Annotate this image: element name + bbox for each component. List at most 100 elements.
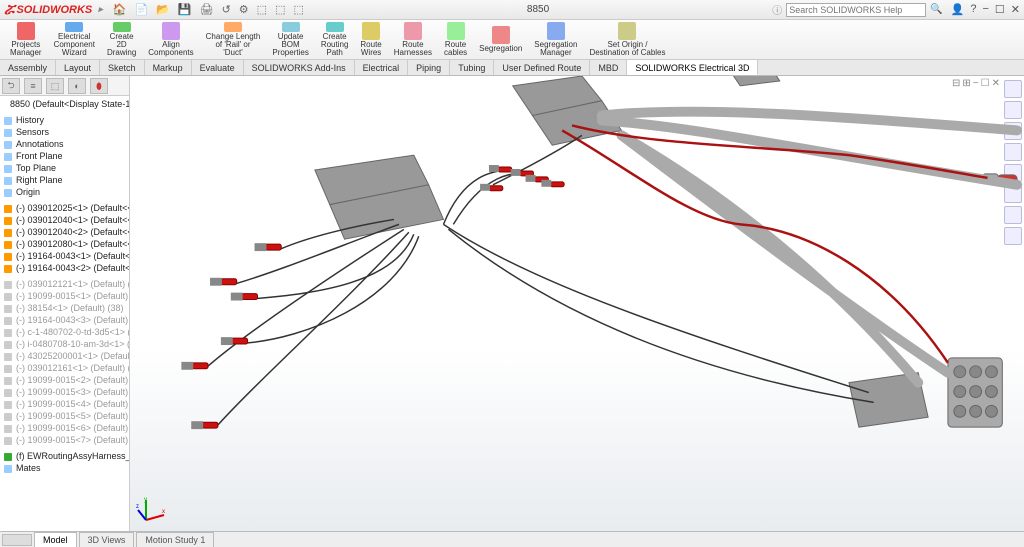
tree-root[interactable]: 8850 (Default<Display State-1>): [2, 98, 127, 110]
tree-item[interactable]: (-) 039012080<1> (Default<<Default: [2, 238, 127, 250]
ribbon-projects[interactable]: ProjectsManager: [4, 22, 48, 57]
tab-solidworks-add-ins[interactable]: SOLIDWORKS Add-Ins: [244, 60, 355, 75]
user-icon[interactable]: 👤: [951, 3, 965, 16]
graphics-viewport[interactable]: ⊟ ⊞ − ☐ ✕: [130, 76, 1024, 531]
tree-item[interactable]: (-) 19164-0043<3> (Default) (39): [2, 314, 127, 326]
feature-tree-list[interactable]: 8850 (Default<Display State-1>): [0, 96, 129, 112]
ribbon-set-origin-[interactable]: Set Origin /Destination of Cables: [583, 22, 671, 57]
help-button[interactable]: ?: [970, 3, 976, 16]
fm-tab-extra[interactable]: ⬮: [90, 78, 108, 94]
ribbon-icon: [492, 26, 510, 44]
tree-item[interactable]: Annotations: [2, 138, 127, 150]
dropdown-icon[interactable]: ▸: [98, 4, 103, 15]
tree-item[interactable]: Origin: [2, 186, 127, 198]
tree-item[interactable]: (-) 43025200001<1> (Default) (48): [2, 350, 127, 362]
tab-tubing[interactable]: Tubing: [450, 60, 494, 75]
view-triad[interactable]: x y z: [136, 495, 166, 525]
tree-item[interactable]: (-) i-0480708-10-am-3d<1> (Default): [2, 338, 127, 350]
tab-piping[interactable]: Piping: [408, 60, 450, 75]
close-button[interactable]: ✕: [1011, 3, 1020, 16]
ribbon-create[interactable]: CreateRoutingPath: [315, 22, 355, 57]
scroll-left[interactable]: [2, 534, 32, 546]
qat-home-icon[interactable]: 🏠: [113, 3, 127, 16]
ribbon-icon: [362, 22, 380, 40]
ribbon-label: Properties: [272, 49, 308, 57]
maximize-button[interactable]: ☐: [995, 3, 1005, 16]
tree-item[interactable]: Top Plane: [2, 162, 127, 174]
qat-print-icon[interactable]: 🖨: [200, 3, 214, 16]
qat-open-icon[interactable]: 📂: [156, 3, 170, 16]
window-controls: 👤 ? − ☐ ✕: [951, 3, 1020, 16]
ribbon-label: Segregation: [479, 45, 522, 53]
info-icon[interactable]: ⓘ: [772, 2, 782, 17]
tree-item[interactable]: (-) 039012025<1> (Default<<Default: [2, 202, 127, 214]
tab-assembly[interactable]: Assembly: [0, 60, 56, 75]
ribbon-route[interactable]: RouteWires: [354, 22, 387, 57]
tab-electrical[interactable]: Electrical: [355, 60, 409, 75]
ribbon-electrical[interactable]: ElectricalComponentWizard: [48, 22, 101, 57]
tree-item[interactable]: (-) 039012161<1> (Default) (51): [2, 362, 127, 374]
tab-mbd[interactable]: MBD: [590, 60, 627, 75]
tab-layout[interactable]: Layout: [56, 60, 100, 75]
tab-markup[interactable]: Markup: [145, 60, 192, 75]
ribbon-icon: [162, 22, 180, 40]
tree-item[interactable]: (-) 19099-0015<6> (Default) (56): [2, 422, 127, 434]
model-tab[interactable]: Model: [34, 532, 77, 547]
tree-item[interactable]: (-) 19164-0043<1> (Default<<Default: [2, 250, 127, 262]
qat-new-icon[interactable]: 📄: [134, 3, 148, 16]
ribbon-label: Manager: [540, 49, 572, 57]
tree-item[interactable]: (-) 19099-0015<5> (Default) (55): [2, 410, 127, 422]
ribbon-icon: [618, 22, 636, 40]
qat-options-icon[interactable]: ⬚: [257, 3, 267, 16]
qat-rebuild-icon[interactable]: ⚙: [239, 3, 249, 16]
ribbon-create[interactable]: Create2DDrawing: [101, 22, 142, 57]
tab-user-defined-route[interactable]: User Defined Route: [494, 60, 590, 75]
search-help-box: ⓘ 🔍: [772, 2, 942, 17]
tree-item[interactable]: (-) 039012040<2> (Default<<Default: [2, 226, 127, 238]
ribbon-route[interactable]: RouteHarnesses: [388, 22, 438, 57]
ribbon-update[interactable]: UpdateBOMProperties: [266, 22, 314, 57]
fm-tab-display[interactable]: ◐: [68, 78, 86, 94]
tree-item[interactable]: (-) 19099-0015<7> (Default) (57): [2, 434, 127, 446]
tree-item[interactable]: (-) 19164-0043<2> (Default<<Default: [2, 262, 127, 274]
fm-tab-config[interactable]: ⬚: [46, 78, 64, 94]
tree-item[interactable]: (-) 38154<1> (Default) (38): [2, 302, 127, 314]
qat-save-icon[interactable]: 💾: [178, 3, 192, 16]
fm-tab-property[interactable]: ≡: [24, 78, 42, 94]
tree-item[interactable]: (-) c-1-480702-0-td-3d5<1> (Default): [2, 326, 127, 338]
fm-tab-tree[interactable]: ⮌: [2, 78, 20, 94]
qat-undo-icon[interactable]: ↺: [222, 3, 231, 16]
tree-item[interactable]: (-) 19099-0015<1> (Default) (37): [2, 290, 127, 302]
ribbon-segregation[interactable]: SegregationManager: [528, 22, 583, 57]
tree-item[interactable]: Sensors: [2, 126, 127, 138]
tab-evaluate[interactable]: Evaluate: [192, 60, 244, 75]
ribbon-icon: [547, 22, 565, 40]
minimize-button[interactable]: −: [982, 3, 988, 16]
tab-sketch[interactable]: Sketch: [100, 60, 145, 75]
tree-item[interactable]: (-) 19099-0015<3> (Default) (53): [2, 386, 127, 398]
bottom-tab-bar: Model 3D Views Motion Study 1: [0, 531, 1024, 547]
search-input[interactable]: [786, 3, 926, 17]
ribbon-route[interactable]: Routecables: [438, 22, 473, 57]
ribbon-icon: [224, 22, 242, 32]
tree-item[interactable]: Right Plane: [2, 174, 127, 186]
tree-item[interactable]: (-) 19099-0015<2> (Default) (52): [2, 374, 127, 386]
qat-extra2-icon[interactable]: ⬚: [293, 3, 303, 16]
motion-study-tab[interactable]: Motion Study 1: [136, 532, 214, 547]
command-manager-tabs: AssemblyLayoutSketchMarkupEvaluateSOLIDW…: [0, 60, 1024, 76]
qat-extra1-icon[interactable]: ⬚: [275, 3, 285, 16]
ribbon-align[interactable]: AlignComponents: [142, 22, 199, 57]
3d-views-tab[interactable]: 3D Views: [79, 532, 135, 547]
search-icon[interactable]: 🔍: [930, 4, 942, 15]
tab-solidworks-electrical-3d[interactable]: SOLIDWORKS Electrical 3D: [627, 60, 758, 75]
tree-item[interactable]: (-) 039012040<1> (Default<<Default: [2, 214, 127, 226]
tree-harness-item[interactable]: (f) EWRoutingAssyHarness_MBD: [2, 450, 127, 462]
tree-mates-item[interactable]: Mates: [2, 462, 127, 474]
ribbon-segregation[interactable]: Segregation: [473, 22, 528, 57]
ribbon-label: cables: [444, 49, 467, 57]
tree-item[interactable]: History: [2, 114, 127, 126]
tree-item[interactable]: Front Plane: [2, 150, 127, 162]
ribbon-change-length[interactable]: Change Lengthof 'Rail' or'Duct': [200, 22, 267, 57]
tree-item[interactable]: (-) 19099-0015<4> (Default) (54): [2, 398, 127, 410]
tree-item[interactable]: (-) 039012121<1> (Default) (36): [2, 278, 127, 290]
